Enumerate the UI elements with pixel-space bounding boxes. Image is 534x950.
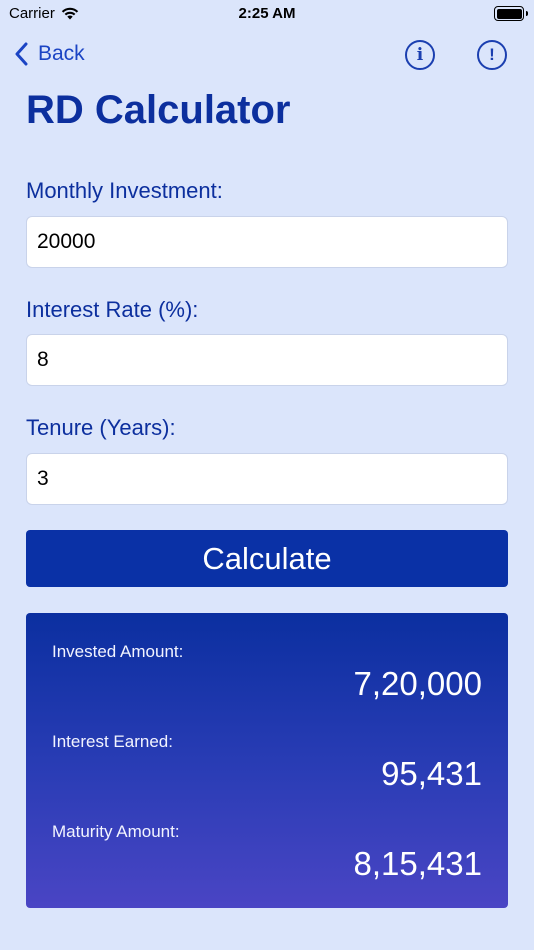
chevron-left-icon xyxy=(15,42,28,66)
monthly-investment-input[interactable] xyxy=(26,216,508,268)
status-bar: Carrier 2:25 AM xyxy=(0,0,534,28)
back-button[interactable]: Back xyxy=(14,38,85,70)
battery-level xyxy=(496,8,522,19)
interest-rate-input[interactable] xyxy=(26,334,508,386)
result-card: Invested Amount: 7,20,000 Interest Earne… xyxy=(26,613,508,908)
maturity-amount-value: 8,15,431 xyxy=(353,845,482,882)
tenure-input[interactable] xyxy=(26,453,508,505)
back-label: Back xyxy=(38,42,85,65)
interest-rate-label: Interest Rate (%): xyxy=(26,297,199,322)
calculate-button[interactable]: Calculate xyxy=(26,530,508,587)
monthly-investment-label: Monthly Investment: xyxy=(26,178,223,203)
status-time: 2:25 AM xyxy=(238,5,296,22)
interest-earned-label: Interest Earned: xyxy=(52,732,173,751)
battery-icon xyxy=(494,6,528,21)
maturity-amount-label: Maturity Amount: xyxy=(52,822,180,841)
invested-amount-label: Invested Amount: xyxy=(52,642,184,661)
tenure-label: Tenure (Years): xyxy=(26,415,176,440)
alert-icon[interactable]: ! xyxy=(477,40,507,70)
interest-earned-value: 95,431 xyxy=(381,755,482,792)
invested-amount-value: 7,20,000 xyxy=(353,665,482,702)
page-title: RD Calculator xyxy=(26,88,291,132)
info-icon[interactable]: i xyxy=(405,40,435,70)
